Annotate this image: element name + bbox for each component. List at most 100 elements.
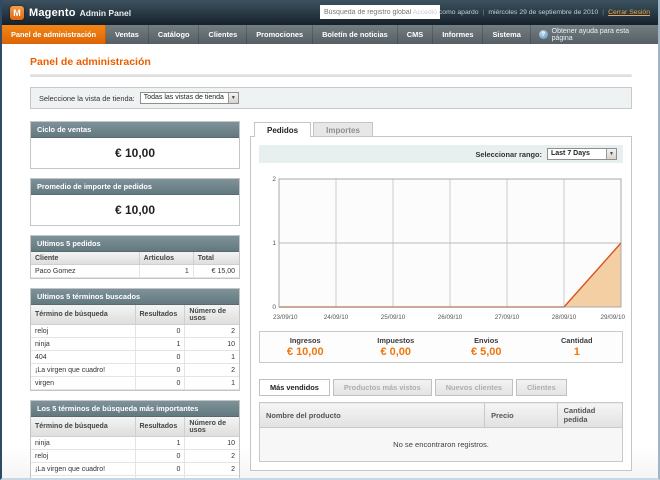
column-header: Cliente — [31, 252, 139, 265]
stat-label: Ingresos — [260, 336, 351, 345]
svg-text:28/09/10: 28/09/10 — [552, 314, 577, 321]
table-cell: 2 — [185, 450, 239, 463]
tab-importes[interactable]: Importes — [313, 122, 373, 137]
nav-item-0[interactable]: Panel de administración — [2, 25, 106, 44]
svg-text:25/09/10: 25/09/10 — [381, 314, 406, 321]
table-row[interactable]: ¡La virgen que cuadro!02 — [31, 463, 239, 476]
table-cell: 0 — [135, 364, 185, 377]
table-cell: 0 — [135, 351, 185, 364]
main-nav: Panel de administraciónVentasCatálogoCli… — [2, 25, 658, 44]
svg-text:0: 0 — [272, 304, 276, 311]
logged-in-as: Accedió como apardo — [413, 9, 479, 16]
svg-text:26/09/10: 26/09/10 — [438, 314, 463, 321]
last-search-terms-box: Ultimos 5 términos buscados Término de b… — [30, 288, 240, 391]
store-view-select[interactable]: Todas las vistas de tienda ▼ — [140, 92, 239, 104]
average-order-value: € 10,00 — [31, 195, 239, 225]
svg-text:29/09/10: 29/09/10 — [600, 314, 625, 321]
column-header: Resultados — [135, 305, 185, 325]
nav-item-2[interactable]: Catálogo — [149, 25, 200, 44]
last-terms-table-mount: Término de búsquedaResultadosNúmero de u… — [31, 305, 239, 390]
svg-text:24/09/10: 24/09/10 — [324, 314, 349, 321]
title-divider — [30, 74, 632, 77]
column-header: Precio — [485, 403, 558, 428]
grid-tab-3[interactable]: Clientes — [516, 379, 567, 396]
table-cell: 2 — [185, 364, 239, 377]
nav-item-1[interactable]: Ventas — [106, 25, 149, 44]
empty-records-message: No se encontraron registros. — [260, 428, 623, 462]
totals-row: Ingresos€ 10,00Impuestos€ 0,00Envios€ 5,… — [259, 331, 623, 363]
last-search-terms-title: Ultimos 5 términos buscados — [31, 289, 239, 305]
range-select[interactable]: Last 7 Days ▼ — [547, 148, 617, 160]
nav-item-6[interactable]: CMS — [398, 25, 433, 44]
table-row[interactable]: 40401 — [31, 351, 239, 364]
table-cell: Paco Gomez — [31, 265, 139, 278]
top-search-terms-box: Los 5 términos de búsqueda más important… — [30, 400, 240, 480]
table-row[interactable]: ¡La virgen que cuadro!02 — [31, 364, 239, 377]
help-link[interactable]: ? Obtener ayuda para esta página — [531, 25, 658, 44]
chevron-down-icon: ▼ — [228, 93, 238, 103]
stat-value: € 0,00 — [351, 346, 442, 358]
table-cell: 0 — [135, 325, 185, 338]
range-label: Seleccionar rango: — [475, 150, 542, 159]
dashboard-main-column: PedidosImportes Seleccionar rango: Last … — [250, 121, 632, 480]
nav-items: Panel de administraciónVentasCatálogoCli… — [2, 25, 531, 44]
sales-cycle-value: € 10,00 — [31, 138, 239, 168]
table-row[interactable]: ninja110 — [31, 338, 239, 351]
logout-link[interactable]: Cerrar Sesión — [608, 9, 650, 16]
stat-value: € 5,00 — [441, 346, 532, 358]
stat-label: Cantidad — [532, 336, 623, 345]
column-header: Resultados — [135, 417, 185, 437]
top-terms-table: Término de búsquedaResultadosNúmero de u… — [31, 417, 239, 480]
table-cell: 0 — [135, 463, 185, 476]
sales-cycle-title: Ciclo de ventas — [31, 122, 239, 138]
nav-item-3[interactable]: Clientes — [199, 25, 247, 44]
stat-ingresos: Ingresos€ 10,00 — [260, 336, 351, 358]
table-row[interactable]: ninja110 — [31, 437, 239, 450]
table-row[interactable]: reloj02 — [31, 450, 239, 463]
table-cell: 0 — [135, 377, 185, 390]
table-cell: 10 — [185, 437, 239, 450]
column-header: Término de búsqueda — [31, 417, 135, 437]
table-cell: ninja — [31, 437, 135, 450]
table-cell: 404 — [31, 476, 135, 480]
range-bar: Seleccionar rango: Last 7 Days ▼ — [259, 145, 623, 163]
help-label: Obtener ayuda para esta página — [552, 28, 650, 42]
separator: | — [483, 9, 485, 16]
svg-text:27/09/10: 27/09/10 — [495, 314, 520, 321]
chevron-down-icon: ▼ — [606, 149, 616, 159]
column-header: Número de usos — [185, 417, 239, 437]
tab-pedidos[interactable]: Pedidos — [254, 122, 311, 137]
svg-text:23/09/10: 23/09/10 — [273, 314, 298, 321]
table-row[interactable]: 40401 — [31, 476, 239, 480]
store-view-label: Seleccione la vista de tienda: — [39, 94, 135, 103]
table-cell: 1 — [139, 265, 193, 278]
nav-item-8[interactable]: Sistema — [483, 25, 530, 44]
nav-item-4[interactable]: Promociones — [247, 25, 313, 44]
header-user-info: Accedió como apardo | miércoles 29 de se… — [413, 0, 650, 25]
logo-text: Magento — [29, 7, 76, 19]
column-header: Nombre del producto — [260, 403, 485, 428]
table-row[interactable]: Paco Gomez1€ 15,00 — [31, 265, 239, 278]
table-cell: 0 — [135, 450, 185, 463]
grid-tab-1[interactable]: Productos más vistos — [333, 379, 432, 396]
help-icon: ? — [539, 30, 548, 39]
nav-item-5[interactable]: Boletín de noticias — [313, 25, 398, 44]
separator: | — [602, 9, 604, 16]
orders-chart: 01223/09/1024/09/1025/09/1026/09/1027/09… — [259, 171, 623, 323]
products-table-header-row: Nombre del productoPrecioCantidad pedida — [260, 403, 623, 428]
table-cell: 10 — [185, 338, 239, 351]
dashboard-panel: Seleccionar rango: Last 7 Days ▼ 01223/0… — [250, 136, 632, 471]
table-cell: 0 — [135, 476, 185, 480]
table-cell: reloj — [31, 325, 135, 338]
table-row[interactable]: reloj02 — [31, 325, 239, 338]
table-cell: 1 — [135, 338, 185, 351]
magento-logo-icon: M — [10, 6, 24, 20]
table-cell: 1 — [135, 437, 185, 450]
page-title: Panel de administración — [30, 56, 632, 68]
range-select-value: Last 7 Days — [548, 149, 606, 159]
nav-item-7[interactable]: Informes — [433, 25, 483, 44]
table-row[interactable]: virgen01 — [31, 377, 239, 390]
column-header: Término de búsqueda — [31, 305, 135, 325]
grid-tab-2[interactable]: Nuevos clientes — [435, 379, 513, 396]
grid-tab-0[interactable]: Más vendidos — [259, 379, 330, 396]
